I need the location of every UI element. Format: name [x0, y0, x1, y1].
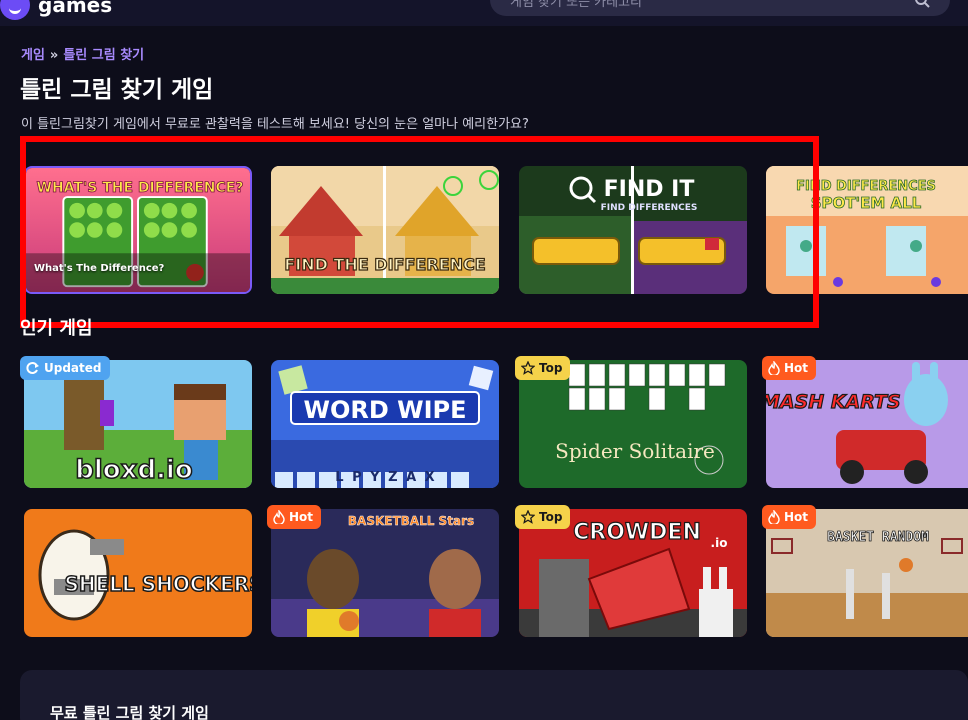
- badge-label: Updated: [44, 361, 102, 375]
- game-title: WORD WIPE: [303, 396, 466, 424]
- game-title-art: FIND DIFFERENCES SPOT'EM ALL: [796, 179, 937, 213]
- top-bar: games 게임 찾기 또는 카테고리: [0, 0, 968, 26]
- game-card[interactable]: BASKET RANDOM Hot: [762, 505, 968, 637]
- page-description: 이 틀린그림찾기 게임에서 무료로 관찰력을 테스트해 보세요! 당신의 눈은 …: [21, 117, 529, 132]
- game-title: BASKETBALL Stars: [348, 514, 474, 528]
- game-title-art: WORD WIPE: [290, 391, 480, 425]
- footer-title: 무료 틀린 그림 찾기 게임: [50, 704, 209, 720]
- search-icon[interactable]: [914, 0, 930, 8]
- badge-label: Hot: [784, 510, 809, 524]
- logo-icon: [0, 0, 30, 20]
- top-badge: Top: [515, 505, 571, 529]
- flame-icon: [768, 361, 780, 375]
- game-title: BASKET RANDOM: [827, 530, 929, 545]
- game-card[interactable]: CROWDEN .io Top: [515, 505, 747, 637]
- letter-tile: A: [406, 470, 417, 485]
- letter-tile: X: [424, 470, 435, 485]
- flame-icon: [273, 510, 285, 524]
- breadcrumb-current[interactable]: 틀린 그림 찾기: [63, 48, 144, 63]
- breadcrumb-home[interactable]: 게임: [21, 48, 45, 63]
- game-card[interactable]: Spider Solitaire Top: [515, 356, 747, 488]
- game-title: FIND DIFFERENCES: [796, 179, 936, 194]
- featured-game-card[interactable]: FIND THE DIFFERENCE: [271, 166, 499, 294]
- refresh-icon: [26, 362, 39, 374]
- featured-game-card[interactable]: FIND IT FIND DIFFERENCES: [519, 166, 747, 294]
- breadcrumb: 게임 » 틀린 그림 찾기: [21, 44, 144, 63]
- badge-label: Top: [539, 510, 563, 524]
- game-title: bloxd.io: [75, 455, 192, 484]
- game-card[interactable]: SMASH KARTS Hot: [762, 356, 968, 488]
- game-title: WHAT'S THE DIFFERENCE?: [37, 180, 244, 196]
- game-title-art: Spider Solitaire: [555, 439, 715, 463]
- game-title-art: WHAT'S THE DIFFERENCE?: [36, 180, 244, 197]
- game-title: SMASH KARTS: [766, 391, 901, 413]
- game-title: CROWDEN: [573, 520, 701, 545]
- game-subtitle: SPOT'EM ALL: [811, 194, 922, 212]
- badge-label: Hot: [784, 361, 809, 375]
- top-badge: Top: [515, 356, 571, 380]
- section-title: 인기 게임: [20, 318, 93, 339]
- game-card[interactable]: WORD WIPE L P Y Z A X: [271, 360, 499, 488]
- badge-label: Hot: [289, 510, 314, 524]
- hot-badge: Hot: [267, 505, 322, 529]
- game-card[interactable]: SHELL SHOCKERS: [24, 509, 252, 637]
- letter-tile: Y: [370, 470, 380, 485]
- hot-badge: Hot: [762, 505, 817, 529]
- flame-icon: [768, 510, 780, 524]
- letter-tile: P: [352, 470, 362, 485]
- letter-tile: L: [335, 470, 344, 485]
- star-icon: [521, 361, 535, 375]
- game-title-suffix: .io: [711, 536, 728, 550]
- featured-game-card[interactable]: FIND DIFFERENCES SPOT'EM ALL: [766, 166, 968, 294]
- logo-text: games: [38, 0, 113, 17]
- game-subtitle: FIND DIFFERENCES: [601, 203, 698, 213]
- game-title-art: SHELL SHOCKERS: [64, 571, 252, 597]
- updated-badge: Updated: [20, 356, 110, 380]
- letter-tiles: L P Y Z A X: [271, 470, 499, 488]
- game-title: FIND IT: [604, 177, 695, 202]
- game-title: SHELL SHOCKERS: [64, 572, 252, 596]
- game-card[interactable]: BASKETBALL Stars Hot: [267, 505, 499, 637]
- game-hover-label: What's The Difference?: [34, 263, 165, 274]
- letter-tile: Z: [388, 470, 398, 485]
- badge-label: Top: [539, 361, 563, 375]
- page-title: 틀린 그림 찾기 게임: [20, 77, 214, 103]
- game-card[interactable]: bloxd.io Updated: [20, 356, 252, 488]
- search-input[interactable]: 게임 찾기 또는 카테고리: [490, 0, 950, 16]
- breadcrumb-separator: »: [49, 48, 59, 63]
- game-title: Spider Solitaire: [555, 439, 715, 463]
- star-icon: [521, 510, 535, 524]
- game-title: FIND THE DIFFERENCE: [284, 255, 485, 274]
- game-title-art: FIND THE DIFFERENCE: [284, 254, 486, 274]
- game-title-art: FIND IT FIND DIFFERENCES: [601, 177, 698, 213]
- featured-game-card[interactable]: WHAT'S THE DIFFERENCE? What's The Differ…: [24, 166, 252, 294]
- hot-badge: Hot: [762, 356, 817, 380]
- site-logo[interactable]: games: [0, 0, 112, 20]
- game-title-art: bloxd.io: [75, 454, 194, 484]
- search-placeholder: 게임 찾기 또는 카테고리: [510, 0, 642, 10]
